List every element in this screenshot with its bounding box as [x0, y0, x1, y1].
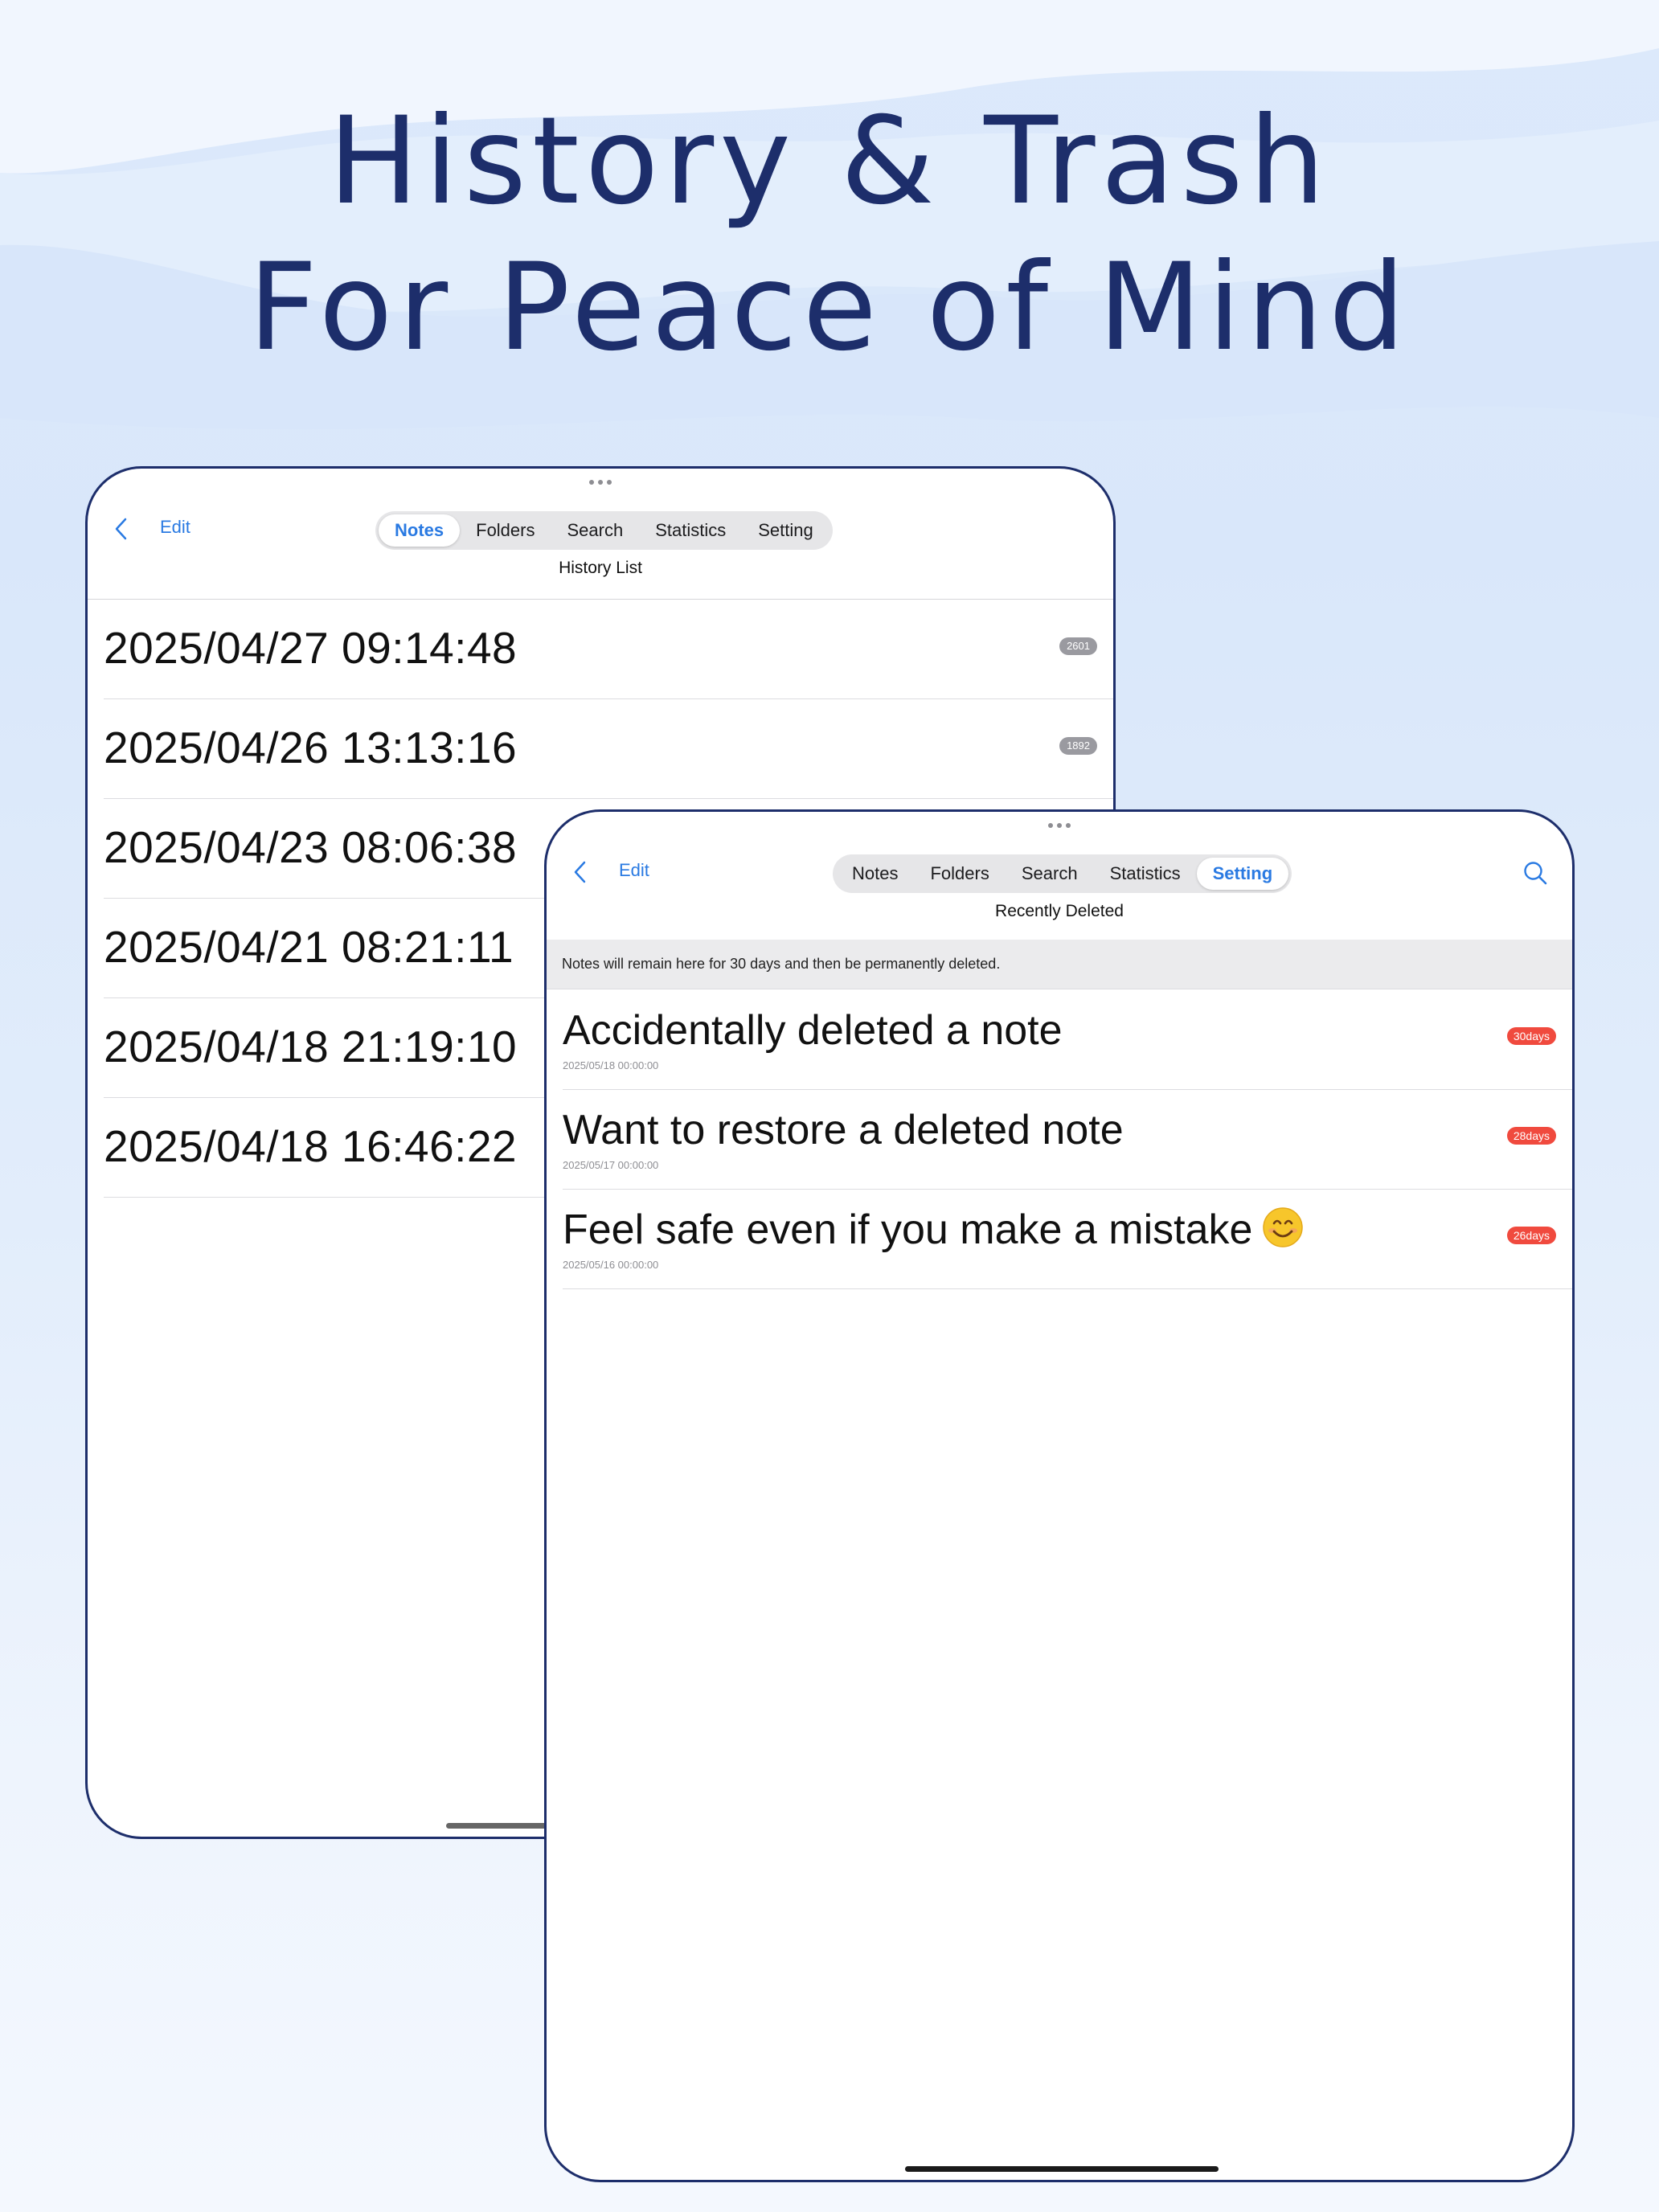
history-timestamp: 2025/04/18 21:19:10: [104, 1022, 518, 1071]
tab-setting[interactable]: Setting: [742, 514, 830, 547]
page-title: Recently Deleted: [995, 902, 1124, 920]
tab-setting[interactable]: Setting: [1196, 858, 1289, 890]
deleted-notes-list: Accidentally deleted a note 2025/05/18 0…: [547, 990, 1572, 1289]
history-timestamp: 2025/04/18 16:46:22: [104, 1121, 518, 1171]
window-grabber[interactable]: [1048, 823, 1071, 828]
history-timestamp: 2025/04/27 09:14:48: [104, 623, 518, 673]
home-indicator: [905, 2166, 1219, 2172]
retention-info-text: Notes will remain here for 30 days and t…: [562, 956, 1001, 972]
headline-line-1: History & Trash: [328, 92, 1331, 231]
days-remaining-badge: 30days: [1506, 1027, 1556, 1045]
tab-bar: Notes Folders Search Statistics Setting: [833, 854, 1292, 893]
edit-button[interactable]: Edit: [160, 517, 190, 538]
page-title: History List: [559, 559, 642, 577]
history-row[interactable]: 2025/04/26 13:13:16 1892: [104, 699, 1113, 799]
deleted-note-row[interactable]: Want to restore a deleted note 2025/05/1…: [563, 1090, 1572, 1190]
smiling-face-icon: [1263, 1207, 1304, 1247]
tab-statistics[interactable]: Statistics: [1094, 858, 1197, 890]
char-count-badge: 2601: [1059, 637, 1097, 655]
tab-search[interactable]: Search: [1006, 858, 1094, 890]
tab-folders[interactable]: Folders: [914, 858, 1005, 890]
days-remaining-badge: 26days: [1506, 1227, 1556, 1244]
history-timestamp: 2025/04/26 13:13:16: [104, 723, 518, 772]
history-row[interactable]: 2025/04/27 09:14:48 2601: [104, 600, 1113, 699]
trash-tablet: Edit Notes Folders Search Statistics Set…: [544, 809, 1575, 2182]
char-count-badge: 1892: [1059, 737, 1097, 755]
history-timestamp: 2025/04/23 08:06:38: [104, 822, 518, 872]
tab-notes[interactable]: Notes: [379, 514, 461, 547]
tab-notes[interactable]: Notes: [836, 858, 914, 890]
deleted-note-row[interactable]: Accidentally deleted a note 2025/05/18 0…: [563, 990, 1572, 1090]
back-chevron-icon[interactable]: [112, 517, 131, 541]
window-grabber[interactable]: [589, 480, 612, 485]
note-title: Accidentally deleted a note: [563, 1007, 1063, 1054]
search-icon[interactable]: [1522, 860, 1548, 886]
tab-bar: Notes Folders Search Statistics Setting: [375, 511, 833, 550]
tab-folders[interactable]: Folders: [460, 514, 551, 547]
tab-statistics[interactable]: Statistics: [639, 514, 742, 547]
edit-button[interactable]: Edit: [619, 860, 649, 881]
retention-info-banner: Notes will remain here for 30 days and t…: [547, 940, 1572, 989]
headline-line-2: For Peace of Mind: [248, 238, 1411, 378]
history-toolbar: Edit Notes Folders Search Statistics Set…: [88, 501, 1113, 555]
deleted-note-row[interactable]: Feel safe even if you make a mistake 202…: [563, 1190, 1572, 1289]
deleted-date: 2025/05/18 00:00:00: [563, 1059, 659, 1071]
trash-toolbar: Edit Notes Folders Search Statistics Set…: [547, 844, 1572, 899]
headline: History & Trash For Peace of Mind: [0, 88, 1659, 381]
deleted-date: 2025/05/16 00:00:00: [563, 1259, 659, 1271]
deleted-date: 2025/05/17 00:00:00: [563, 1159, 659, 1171]
days-remaining-badge: 28days: [1506, 1127, 1556, 1145]
note-title: Want to restore a deleted note: [563, 1107, 1124, 1153]
note-title: Feel safe even if you make a mistake: [563, 1206, 1253, 1253]
back-chevron-icon[interactable]: [571, 860, 590, 884]
tab-search[interactable]: Search: [551, 514, 639, 547]
history-timestamp: 2025/04/21 08:21:11: [104, 922, 514, 972]
note-title-wrapper: Feel safe even if you make a mistake: [563, 1206, 1304, 1254]
